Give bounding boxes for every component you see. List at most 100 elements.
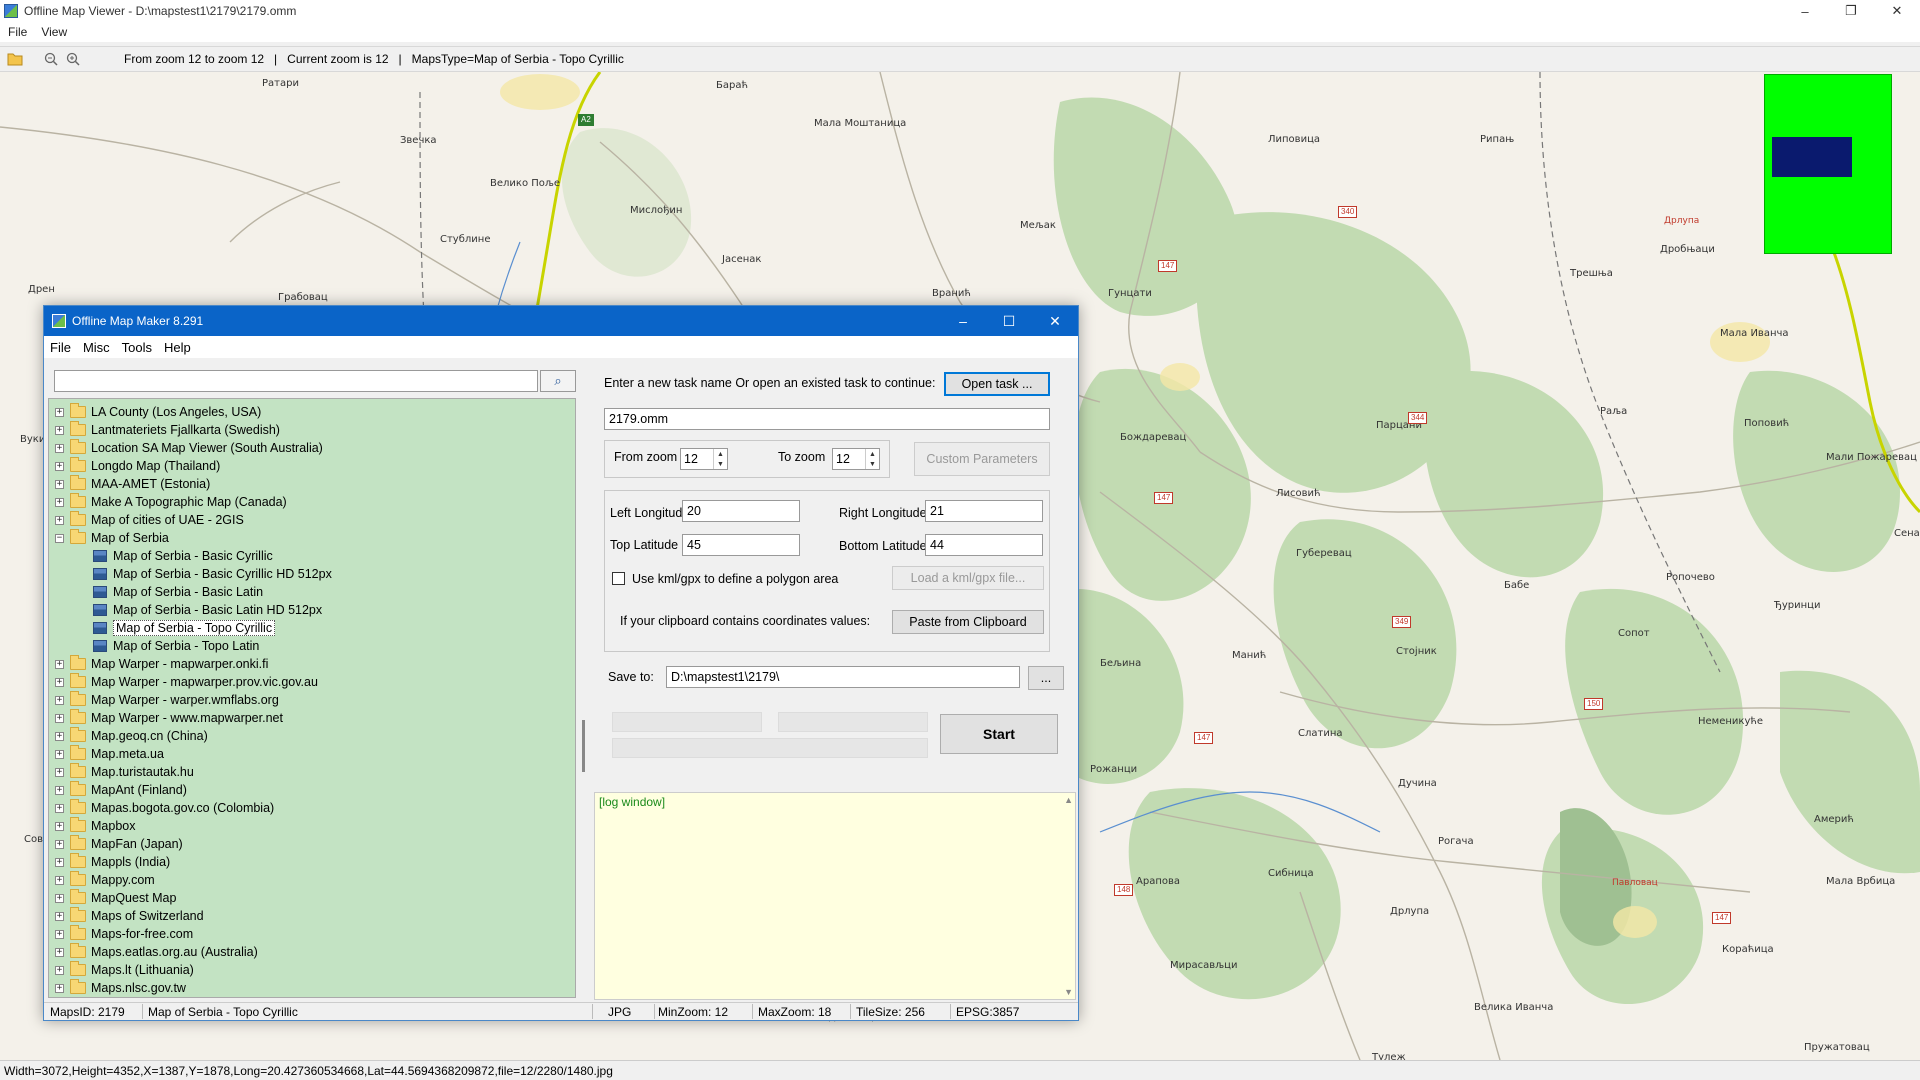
log-window[interactable]: [log window] ▲ ▼ [594, 792, 1076, 1000]
expand-icon[interactable]: + [55, 785, 64, 795]
tree-folder-item[interactable]: + MAA-AMET (Estonia) [55, 475, 210, 493]
top-latitude-input[interactable] [682, 534, 800, 556]
expand-icon[interactable]: + [55, 929, 64, 939]
tree-map-item[interactable]: Map of Serbia - Topo Latin [93, 637, 259, 655]
expand-icon[interactable]: + [55, 875, 64, 885]
tree-folder-item[interactable]: + Mapas.bogota.gov.co (Colombia) [55, 799, 274, 817]
tree-folder-item[interactable]: + Map Warper - www.mapwarper.net [55, 709, 283, 727]
expand-icon[interactable]: + [55, 695, 64, 705]
tree-folder-item[interactable]: + Longdo Map (Thailand) [55, 457, 220, 475]
tree-folder-item[interactable]: − Map of Serbia [55, 529, 169, 547]
expand-icon[interactable]: + [55, 425, 64, 435]
expand-icon[interactable]: + [55, 713, 64, 723]
expand-icon[interactable]: + [55, 515, 64, 525]
expand-icon[interactable]: + [55, 659, 64, 669]
tree-folder-item[interactable]: + Map Warper - mapwarper.prov.vic.gov.au [55, 673, 318, 691]
kml-checkbox[interactable] [612, 572, 625, 585]
dialog-titlebar[interactable]: Offline Map Maker 8.291 – ☐ ✕ [44, 306, 1078, 336]
from-zoom-stepper[interactable]: 12 ▲ ▼ [680, 448, 728, 470]
minimize-button[interactable]: – [1782, 0, 1828, 22]
expand-icon[interactable]: + [55, 767, 64, 777]
tree-folder-item[interactable]: + Location SA Map Viewer (South Australia… [55, 439, 323, 457]
tree-folder-item[interactable]: + MapQuest Map [55, 889, 176, 907]
custom-parameters-button[interactable]: Custom Parameters [914, 442, 1050, 476]
zoom-out-icon[interactable] [40, 48, 62, 70]
spin-up-icon[interactable]: ▲ [714, 449, 727, 459]
tree-scrollbar[interactable] [578, 398, 590, 998]
tree-folder-item[interactable]: + Mappy.com [55, 871, 155, 889]
tree-folder-item[interactable]: + Lantmateriets Fjallkarta (Swedish) [55, 421, 280, 439]
paste-from-clipboard-button[interactable]: Paste from Clipboard [892, 610, 1044, 634]
expand-icon[interactable]: + [55, 749, 64, 759]
dialog-maximize-button[interactable]: ☐ [986, 306, 1032, 336]
expand-icon[interactable]: + [55, 965, 64, 975]
tree-folder-item[interactable]: + Maps of Switzerland [55, 907, 204, 925]
expand-icon[interactable]: + [55, 839, 64, 849]
spin-down-icon[interactable]: ▼ [866, 459, 879, 469]
minimap[interactable] [1764, 74, 1892, 254]
browse-button[interactable]: ... [1028, 666, 1064, 690]
menu-help[interactable]: Help [164, 340, 191, 355]
tree-map-item[interactable]: Map of Serbia - Topo Cyrillic [93, 619, 276, 637]
expand-icon[interactable]: + [55, 803, 64, 813]
tree-folder-item[interactable]: + Map of cities of UAE - 2GIS [55, 511, 244, 529]
tree-map-item[interactable]: Map of Serbia - Basic Cyrillic [93, 547, 273, 565]
expand-icon[interactable]: + [55, 407, 64, 417]
dialog-minimize-button[interactable]: – [940, 306, 986, 336]
expand-icon[interactable]: + [55, 911, 64, 921]
menu-tools[interactable]: Tools [122, 340, 152, 355]
close-button[interactable]: ✕ [1874, 0, 1920, 22]
tree-folder-item[interactable]: + Maps.lt (Lithuania) [55, 961, 194, 979]
tree-map-item[interactable]: Map of Serbia - Basic Cyrillic HD 512px [93, 565, 332, 583]
menu-file[interactable]: File [8, 25, 27, 39]
maps-tree[interactable]: + LA County (Los Angeles, USA) + Lantmateri… [48, 398, 576, 998]
tree-folder-item[interactable]: + Map.meta.ua [55, 745, 164, 763]
tree-folder-item[interactable]: + Map.geoq.cn (China) [55, 727, 208, 745]
save-to-input[interactable] [666, 666, 1020, 688]
tree-folder-item[interactable]: + Make A Topographic Map (Canada) [55, 493, 287, 511]
tree-folder-item[interactable]: + Maps-for-free.com [55, 925, 193, 943]
task-name-input[interactable] [604, 408, 1050, 430]
scroll-down-icon[interactable]: ▼ [1064, 987, 1073, 997]
maximize-button[interactable]: ❐ [1828, 0, 1874, 22]
left-longitude-input[interactable] [682, 500, 800, 522]
collapse-icon[interactable]: − [55, 533, 64, 543]
minimap-viewport[interactable] [1772, 137, 1852, 177]
expand-icon[interactable]: + [55, 479, 64, 489]
menu-misc[interactable]: Misc [83, 340, 110, 355]
menu-view[interactable]: View [41, 25, 67, 39]
expand-icon[interactable]: + [55, 461, 64, 471]
tree-map-item[interactable]: Map of Serbia - Basic Latin [93, 583, 263, 601]
spin-up-icon[interactable]: ▲ [866, 449, 879, 459]
expand-icon[interactable]: + [55, 677, 64, 687]
scroll-up-icon[interactable]: ▲ [1064, 795, 1073, 805]
tree-folder-item[interactable]: + Mapbox [55, 817, 135, 835]
tree-folder-item[interactable]: + Maps.eatlas.org.au (Australia) [55, 943, 258, 961]
tree-folder-item[interactable]: + Maps.nlsc.gov.tw [55, 979, 186, 997]
expand-icon[interactable]: + [55, 893, 64, 903]
expand-icon[interactable]: + [55, 821, 64, 831]
load-kml-button[interactable]: Load a kml/gpx file... [892, 566, 1044, 590]
tree-folder-item[interactable]: + Map Warper - mapwarper.onki.fi [55, 655, 268, 673]
search-input[interactable] [54, 370, 538, 392]
tree-folder-item[interactable]: + Map Warper - warper.wmflabs.org [55, 691, 279, 709]
to-zoom-stepper[interactable]: 12 ▲ ▼ [832, 448, 880, 470]
open-folder-icon[interactable] [4, 48, 26, 70]
spin-down-icon[interactable]: ▼ [714, 459, 727, 469]
expand-icon[interactable]: + [55, 443, 64, 453]
start-button[interactable]: Start [940, 714, 1058, 754]
tree-folder-item[interactable]: + MapFan (Japan) [55, 835, 183, 853]
tree-map-item[interactable]: Map of Serbia - Basic Latin HD 512px [93, 601, 322, 619]
expand-icon[interactable]: + [55, 983, 64, 993]
right-longitude-input[interactable] [925, 500, 1043, 522]
expand-icon[interactable]: + [55, 497, 64, 507]
tree-folder-item[interactable]: + Mappls (India) [55, 853, 170, 871]
open-task-button[interactable]: Open task ... [944, 372, 1050, 396]
expand-icon[interactable]: + [55, 857, 64, 867]
expand-icon[interactable]: + [55, 731, 64, 741]
tree-folder-item[interactable]: + Map.turistautak.hu [55, 763, 194, 781]
search-button[interactable]: ⌕ [540, 370, 576, 392]
tree-folder-item[interactable]: + MapAnt (Finland) [55, 781, 187, 799]
expand-icon[interactable]: + [55, 947, 64, 957]
menu-file[interactable]: File [50, 340, 71, 355]
